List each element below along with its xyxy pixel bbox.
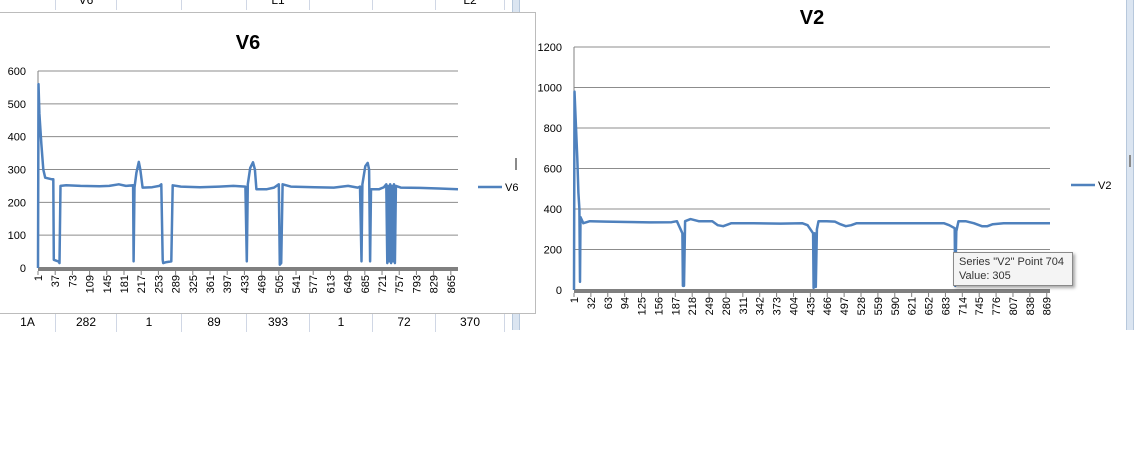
y-tick-label: 0	[20, 263, 26, 275]
x-tick-label: 865	[446, 275, 458, 293]
cell[interactable]	[310, 0, 373, 10]
y-tick-label: 200	[544, 245, 562, 257]
cell[interactable]	[0, 0, 56, 10]
y-tick-label: 200	[8, 197, 26, 209]
x-tick-label: 869	[1042, 297, 1054, 315]
x-tick-label: 435	[805, 297, 817, 315]
x-tick-label: 559	[873, 297, 885, 315]
x-tick-label: 649	[343, 275, 355, 293]
cell[interactable]: 282	[56, 312, 117, 332]
x-tick-label: 829	[429, 275, 441, 293]
x-tick-label: 807	[1008, 297, 1020, 315]
x-tick-label: 838	[1025, 297, 1037, 315]
x-tick-label: 793	[411, 275, 423, 293]
cell[interactable]	[182, 0, 247, 10]
x-tick-label: 156	[653, 297, 665, 315]
y-tick-label: 400	[544, 204, 562, 216]
x-tick-label: 397	[222, 275, 234, 293]
x-tick-label: 181	[119, 275, 131, 293]
legend-label: V6	[505, 182, 518, 194]
x-tick-label: 714	[957, 297, 969, 315]
y-tick-label: 1200	[538, 42, 562, 54]
x-tick-label: 94	[620, 297, 632, 309]
x-tick-label: 125	[637, 297, 649, 315]
x-tick-label: 505	[274, 275, 286, 293]
x-tick-label: 577	[308, 275, 320, 293]
x-tick-label: 466	[822, 297, 834, 315]
x-tick-label: 721	[377, 275, 389, 293]
x-tick-label: 590	[890, 297, 902, 315]
x-tick-label: 342	[755, 297, 767, 315]
cell[interactable]	[373, 0, 436, 10]
cell[interactable]: 1A	[0, 312, 56, 332]
x-tick-label: 541	[291, 275, 303, 293]
x-tick-label: 757	[394, 275, 406, 293]
spreadsheet: V6 L1 L2 1A 282 1 89 393 1 72 370 V6 0 100…	[0, 0, 1135, 460]
cell[interactable]: 72	[373, 312, 436, 332]
chart-title: V6	[236, 32, 260, 54]
x-tick-label: 145	[102, 275, 114, 293]
x-tick-label: 187	[670, 297, 682, 315]
x-tick-label: 469	[257, 275, 269, 293]
x-tick-label: 32	[586, 297, 598, 309]
x-tick-label: 433	[239, 275, 251, 293]
y-tick-label: 0	[556, 285, 562, 297]
x-tick-label: 325	[188, 275, 200, 293]
y-tick-label: 800	[544, 123, 562, 135]
x-tick-label: 217	[136, 275, 148, 293]
x-tick-label: 249	[704, 297, 716, 315]
y-tick-label: 1000	[538, 83, 562, 95]
legend-label: V2	[1098, 180, 1111, 192]
cell[interactable]	[117, 0, 182, 10]
cell[interactable]: 393	[247, 312, 310, 332]
y-tick-label: 400	[8, 132, 26, 144]
resize-handle[interactable]	[1129, 155, 1131, 167]
series-line	[36, 82, 459, 269]
x-tick-label: 37	[50, 275, 62, 287]
cell[interactable]: 370	[436, 312, 505, 332]
cell-v6-header[interactable]: V6	[56, 0, 117, 10]
tooltip-series: Series "V2" Point 704	[959, 256, 1065, 268]
y-tick-label: 600	[8, 66, 26, 78]
x-tick-label: 311	[738, 297, 750, 315]
x-tick-label: 361	[205, 275, 217, 293]
y-tick-label: 100	[8, 230, 26, 242]
y-tick-label: 600	[544, 164, 562, 176]
cell[interactable]: 1	[310, 312, 373, 332]
chart-v6[interactable]: V6 0 100 200 300 400 500 600 1 37 73 109 145 181 217 25…	[0, 12, 536, 314]
data-point-tooltip: Series "V2" Point 704 Value: 305	[953, 252, 1073, 286]
x-tick-label: 73	[67, 275, 79, 287]
x-tick-label: 497	[839, 297, 851, 315]
x-tick-label: 1	[569, 297, 581, 303]
x-tick-label: 1	[33, 275, 45, 281]
x-tick-label: 613	[325, 275, 337, 293]
x-tick-label: 528	[856, 297, 868, 315]
cell[interactable]: 89	[182, 312, 247, 332]
x-tick-label: 109	[85, 275, 97, 293]
x-tick-label: 218	[687, 297, 699, 315]
x-tick-label: 776	[991, 297, 1003, 315]
x-tick-label: 685	[360, 275, 372, 293]
x-tick-label: 63	[603, 297, 615, 309]
chart-v6-svg: V6 0 100 200 300 400 500 600 1 37 73 109 145 181 217 25…	[8, 32, 519, 293]
x-tick-label: 683	[940, 297, 952, 315]
data-row: 1A 282 1 89 393 1 72 370	[0, 312, 520, 332]
cell-l2-header[interactable]: L2	[436, 0, 505, 10]
x-tick-label: 621	[907, 297, 919, 315]
cell[interactable]: 1	[117, 312, 182, 332]
x-tick-label: 404	[788, 297, 800, 315]
tooltip-value: Value: 305	[959, 270, 1011, 282]
x-tick-label: 373	[772, 297, 784, 315]
x-tick-label: 253	[153, 275, 165, 293]
header-row: V6 L1 L2	[0, 0, 520, 10]
chart-title: V2	[800, 7, 824, 29]
y-tick-label: 500	[8, 99, 26, 111]
x-tick-label: 652	[924, 297, 936, 315]
x-tick-label: 745	[974, 297, 986, 315]
resize-handle[interactable]	[515, 158, 517, 170]
cell-l1-header[interactable]: L1	[247, 0, 310, 10]
x-tick-label: 289	[171, 275, 183, 293]
x-tick-label: 280	[721, 297, 733, 315]
y-tick-label: 300	[8, 165, 26, 177]
